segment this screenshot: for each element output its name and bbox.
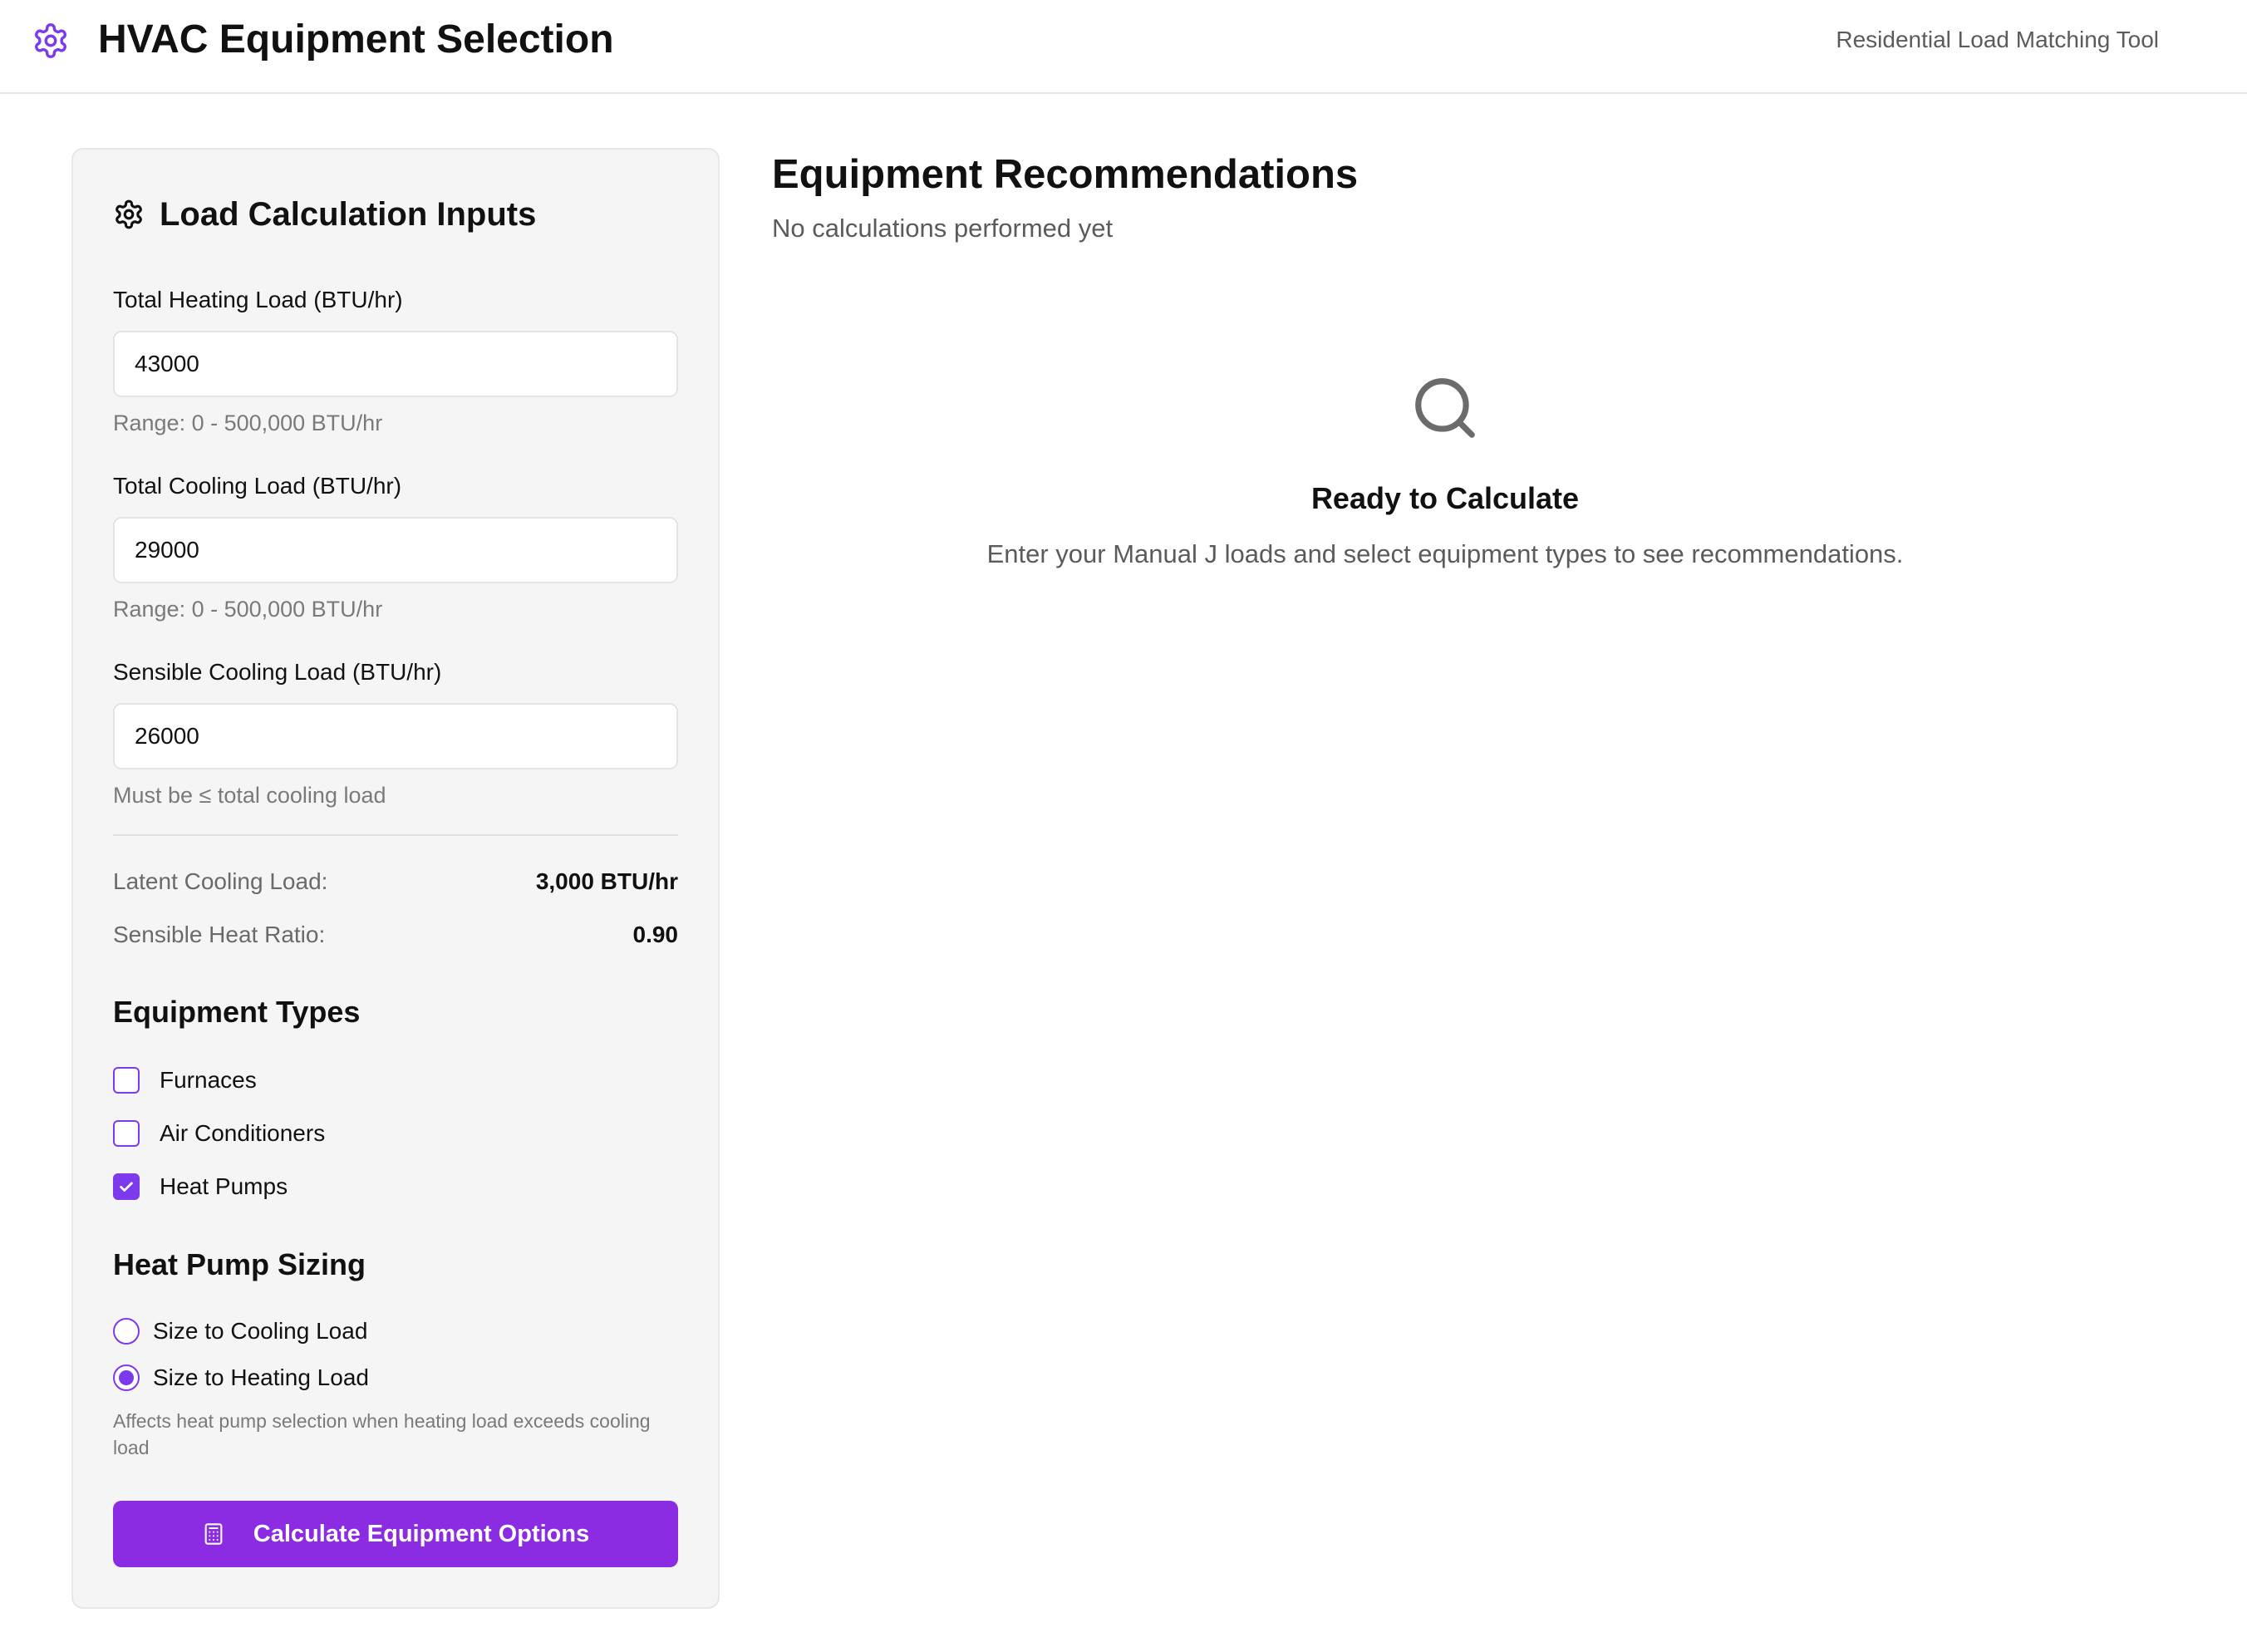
checkbox-furnaces[interactable]: Furnaces [113,1065,257,1095]
checkbox-label: Furnaces [160,1067,257,1093]
cooling-load-hint: Range: 0 - 500,000 BTU/hr [113,597,383,622]
calculate-button[interactable]: Calculate Equipment Options [113,1501,678,1567]
cooling-load-input[interactable] [113,517,678,583]
calculate-button-label: Calculate Equipment Options [253,1520,590,1547]
card-title: Load Calculation Inputs [113,193,536,236]
latent-load-value: 3,000 BTU/hr [535,868,678,894]
checkbox-air-conditioners[interactable]: Air Conditioners [113,1119,325,1148]
app-header: HVAC Equipment Selection Residential Loa… [0,0,2247,94]
check-icon [120,1182,133,1192]
load-inputs-card: Load Calculation Inputs Total Heating Lo… [71,148,720,1609]
radio-circle[interactable] [113,1364,140,1391]
radio-circle[interactable] [113,1318,140,1345]
checkbox-heat-pumps[interactable]: Heat Pumps [113,1172,288,1202]
radio-dot [119,1370,134,1385]
cooling-load-label: Total Cooling Load (BTU/hr) [113,473,402,499]
recommendations-status: No calculations performed yet [772,214,1114,243]
calculator-icon [204,1523,223,1545]
sizing-note: Affects heat pump selection when heating… [113,1410,651,1458]
checkbox-label: Air Conditioners [160,1120,326,1146]
heating-load-input[interactable] [113,331,678,397]
divider [113,834,678,836]
latent-load-label: Latent Cooling Load: [113,868,328,894]
sensible-load-input[interactable] [113,703,678,769]
card-title-text: Load Calculation Inputs [160,195,537,233]
recommendations-title: Equipment Recommendations [772,152,1359,197]
equipment-types-heading: Equipment Types [113,995,361,1029]
gear-icon [116,199,142,229]
checkbox-label: Heat Pumps [160,1173,288,1199]
sensible-load-hint: Must be ≤ total cooling load [113,783,386,808]
checkbox-box[interactable] [113,1067,140,1094]
shr-value: 0.90 [632,922,679,947]
app-title: HVAC Equipment Selection [98,17,614,61]
radio-size-to-cooling[interactable]: Size to Cooling Load [113,1316,367,1346]
gear-icon [35,23,66,58]
heat-pump-sizing-heading: Heat Pump Sizing [113,1247,366,1281]
radio-size-to-heating[interactable]: Size to Heating Load [113,1363,369,1393]
empty-state-title: Ready to Calculate [1310,481,1580,515]
radio-label: Size to Cooling Load [153,1318,368,1344]
checkbox-box[interactable] [113,1173,140,1200]
heating-load-label: Total Heating Load (BTU/hr) [113,287,403,312]
radio-label: Size to Heating Load [153,1364,369,1390]
sensible-load-label: Sensible Cooling Load (BTU/hr) [113,659,442,685]
shr-label: Sensible Heat Ratio: [113,922,326,947]
checkbox-box[interactable] [113,1120,140,1147]
empty-state-description: Enter your Manual J loads and select equ… [986,539,1904,568]
heating-load-hint: Range: 0 - 500,000 BTU/hr [113,411,383,435]
app-subtitle: Residential Load Matching Tool [1836,27,2159,52]
search-icon [1415,378,1475,438]
